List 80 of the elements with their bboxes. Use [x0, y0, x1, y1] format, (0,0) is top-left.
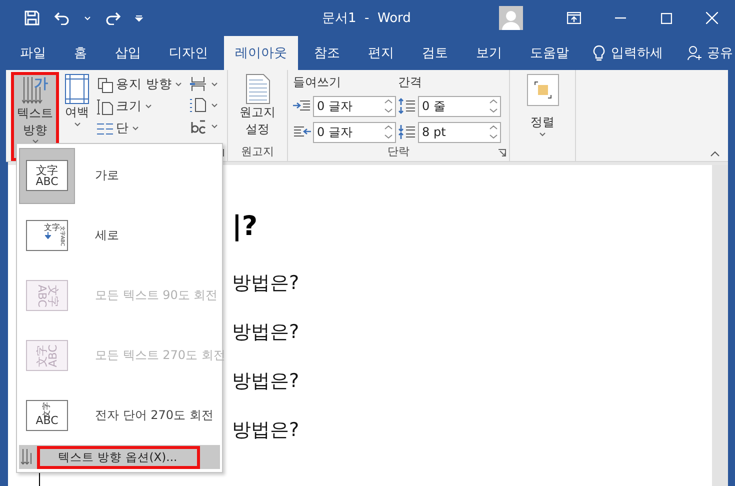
lightbulb-icon[interactable] — [593, 44, 605, 62]
group-label: 원고지 — [241, 144, 274, 160]
undo-icon[interactable] — [54, 11, 70, 25]
spacing-label: 간격 — [398, 74, 423, 90]
spinner-field[interactable]: 0 글자 — [313, 122, 396, 142]
page-setup-button[interactable]: 크기 — [95, 97, 184, 116]
hyphenation-icon — [190, 118, 208, 134]
spinner-arrows-icon[interactable] — [384, 124, 393, 140]
caret-icon — [174, 82, 182, 87]
caret-icon — [210, 82, 218, 86]
document-text: 방법은? — [232, 320, 300, 345]
ribbon-tab[interactable]: 참조 — [302, 36, 352, 70]
text-direction-icon: 文字 ABC — [26, 400, 68, 431]
group-label: 단락 — [388, 144, 410, 160]
spacing-before-icon — [398, 98, 416, 114]
spinner-field[interactable]: 0 줄 — [418, 96, 501, 116]
collapse-ribbon-icon[interactable] — [710, 151, 720, 157]
spinner-field[interactable]: 8 pt — [418, 122, 501, 142]
page-orientation-icon — [97, 76, 113, 92]
ribbon-tab[interactable]: 디자인 — [157, 36, 220, 70]
indent-left-icon — [293, 100, 311, 112]
ribbon-tab[interactable]: 검토 — [410, 36, 460, 70]
text-direction-options-item[interactable]: 텍스트 방향 옵션(X)... — [19, 445, 220, 470]
minimize-icon[interactable] — [614, 17, 626, 19]
text-direction-icon — [21, 449, 33, 466]
page-setup-button[interactable] — [188, 75, 220, 93]
caret-icon — [74, 122, 80, 127]
menu-item[interactable]: 文字 ABC 전자 단어 270도 회전 — [19, 386, 222, 446]
document-heading: |? — [232, 213, 259, 240]
document-text: 방법은? — [232, 418, 300, 443]
manuscript-setup-button[interactable]: 원고지 설정 — [238, 72, 278, 144]
arrange-button[interactable]: 정렬 — [524, 72, 560, 139]
redo-icon[interactable] — [105, 11, 121, 25]
columns-icon — [97, 122, 113, 136]
scrollbar[interactable] — [712, 165, 728, 486]
document-text: 방법은? — [232, 271, 300, 296]
text-direction-icon: 文字 ABC — [26, 340, 68, 372]
page-size-icon — [97, 98, 113, 114]
ribbon-tab[interactable]: 파일 — [8, 36, 58, 70]
spacing-after-icon — [398, 124, 416, 140]
page-setup-button[interactable]: 단 — [95, 119, 184, 138]
line-numbers-icon — [190, 97, 208, 113]
spinner-arrows-icon[interactable] — [489, 124, 498, 140]
ribbon-tab[interactable]: 편지 — [356, 36, 406, 70]
indent-label: 들여쓰기 — [293, 74, 342, 90]
ribbon-tab[interactable]: 레이아웃 — [224, 36, 298, 70]
ribbon-tab[interactable]: 홈 — [62, 36, 99, 70]
ribbon-tab[interactable]: 도움말 — [518, 36, 581, 70]
person-add-icon — [687, 45, 703, 61]
spinner-field[interactable]: 0 글자 — [313, 96, 396, 116]
save-icon[interactable] — [24, 10, 40, 26]
customize-icon[interactable] — [135, 14, 143, 22]
ribbon-tab[interactable]: 삽입 — [103, 36, 153, 70]
ribbon-display-icon[interactable] — [567, 12, 581, 24]
caret-icon — [145, 104, 152, 109]
window-title: 문서1 - Word — [322, 10, 412, 27]
dialog-launcher-icon[interactable] — [498, 149, 506, 157]
caret-icon — [539, 132, 546, 137]
caret-icon — [32, 139, 38, 144]
text-direction-icon: 文字 ABC — [26, 160, 68, 192]
caret-icon — [210, 102, 218, 108]
margins-icon — [65, 74, 89, 104]
caret-icon[interactable] — [84, 16, 91, 20]
ribbon-tab[interactable]: 보기 — [464, 36, 514, 70]
grid-paper-icon — [246, 74, 270, 104]
spinner-arrows-icon[interactable] — [384, 98, 393, 114]
menu-item[interactable]: 文字 ABC 가로 — [19, 146, 222, 206]
tell-me-field[interactable]: 입력하세 — [611, 44, 663, 62]
document-text: 방법은? — [232, 369, 300, 394]
page-setup-button[interactable]: 용지 방향 — [95, 75, 184, 94]
caret-icon — [210, 124, 218, 128]
spinner-arrows-icon[interactable] — [489, 98, 498, 114]
close-icon[interactable] — [706, 12, 718, 24]
page-breaks-icon — [190, 76, 208, 92]
maximize-icon[interactable] — [660, 12, 672, 24]
share-button[interactable]: 공유 — [681, 36, 735, 70]
page-setup-button[interactable] — [188, 96, 220, 114]
caret-icon — [132, 126, 139, 131]
text-direction-icon: 文字 ABC — [26, 280, 68, 312]
indent-right-icon — [293, 126, 311, 138]
